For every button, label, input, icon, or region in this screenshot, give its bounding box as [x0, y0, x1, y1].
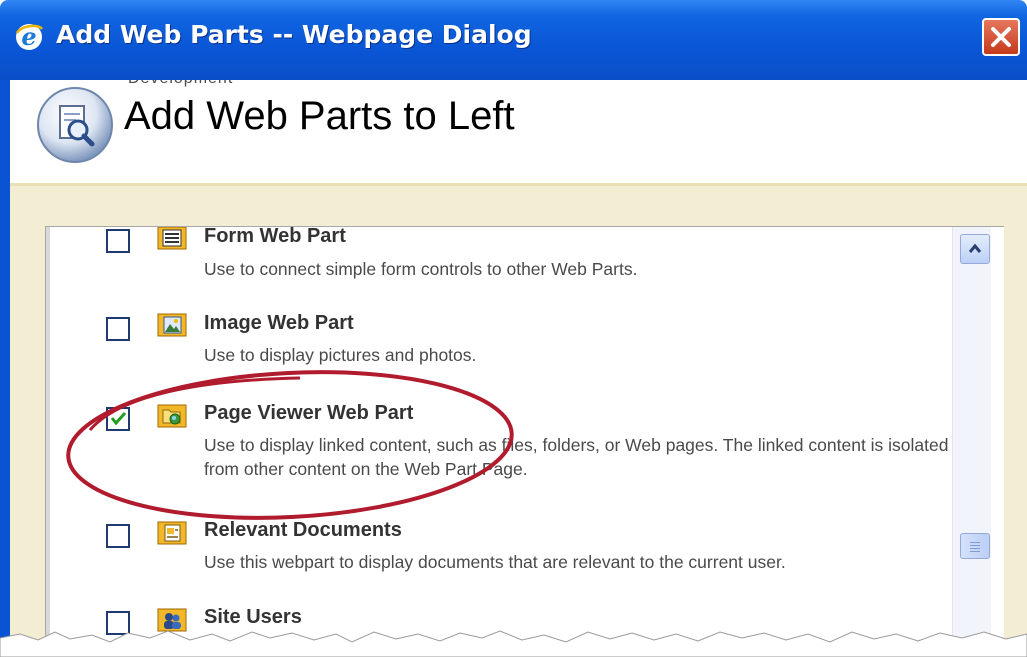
checkmark-icon — [110, 411, 127, 426]
web-part-description: Use to display linked content, such as f… — [204, 435, 949, 479]
vertical-scrollbar[interactable] — [952, 227, 991, 657]
web-part-title[interactable]: Form Web Part — [204, 227, 346, 248]
page-header: Development Add Web Parts to Left — [10, 80, 1027, 186]
web-part-checkbox[interactable] — [106, 229, 130, 253]
web-part-description: Use to display pictures and photos. — [204, 345, 477, 365]
breadcrumb[interactable]: Development — [128, 80, 233, 88]
scroll-thumb[interactable] — [960, 533, 990, 559]
web-part-title[interactable]: Image Web Part — [204, 312, 354, 335]
web-part-checkbox[interactable] — [106, 317, 130, 341]
documents-icon — [157, 521, 187, 545]
window-title: Add Web Parts -- Webpage Dialog — [56, 20, 532, 49]
dialog-content: Development Add Web Parts to Left Form W — [10, 80, 1027, 657]
thumb-grip-line — [970, 551, 980, 552]
thumb-grip-line — [970, 542, 980, 543]
chevron-up-icon — [968, 243, 982, 253]
list-item[interactable]: Image Web Part Use to display pictures a… — [46, 297, 951, 387]
close-button[interactable] — [982, 18, 1020, 56]
web-part-description: Use this webpart to display documents th… — [204, 552, 786, 572]
search-document-icon — [37, 87, 113, 163]
page-title: Add Web Parts to Left — [124, 94, 515, 138]
web-part-checkbox[interactable] — [106, 407, 130, 431]
internet-explorer-icon: e — [15, 22, 44, 51]
form-icon — [157, 227, 187, 250]
page-viewer-icon — [157, 404, 187, 428]
thumb-grip-line — [970, 548, 980, 549]
list-item[interactable]: Relevant Documents Use this webpart to d… — [46, 509, 951, 599]
scroll-up-button[interactable] — [960, 234, 990, 264]
web-part-title[interactable]: Page Viewer Web Part — [204, 402, 413, 425]
close-icon — [991, 27, 1011, 47]
web-part-description: Use to connect simple form controls to o… — [204, 259, 638, 279]
thumb-grip-line — [970, 545, 980, 546]
dialog-window: e Add Web Parts -- Webpage Dialog Add We… — [0, 0, 1027, 657]
web-part-title[interactable]: Relevant Documents — [204, 519, 402, 542]
torn-edge — [0, 630, 1027, 657]
list-item[interactable]: Form Web Part Use to connect simple form… — [46, 227, 951, 297]
window-border — [0, 80, 10, 657]
list-item[interactable]: Page Viewer Web Part Use to display link… — [46, 383, 951, 493]
title-bar[interactable]: e Add Web Parts -- Webpage Dialog — [0, 0, 1027, 80]
web-part-list[interactable]: Form Web Part Use to connect simple form… — [45, 226, 1004, 657]
web-part-gallery-area: Form Web Part Use to connect simple form… — [10, 186, 1027, 657]
image-icon — [157, 313, 187, 337]
web-part-checkbox[interactable] — [106, 524, 130, 548]
